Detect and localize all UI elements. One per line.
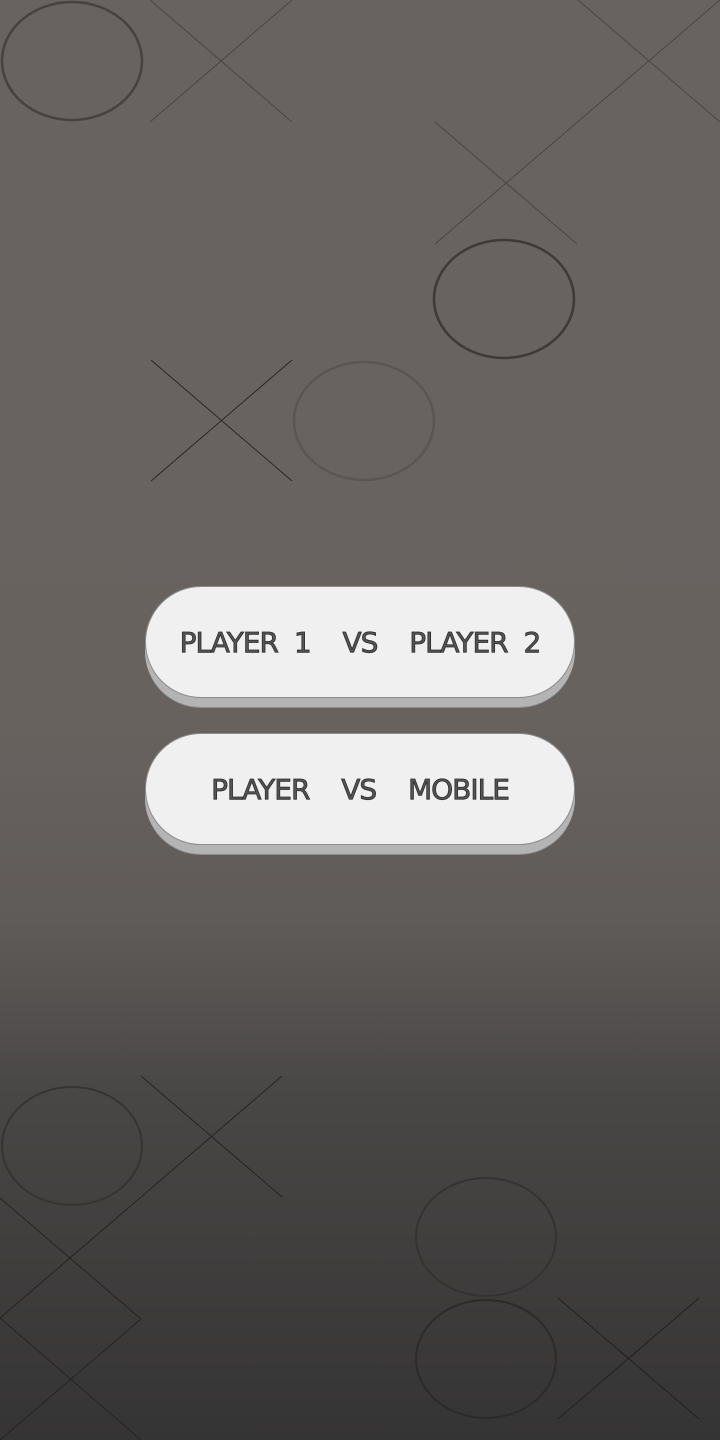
x-mark-icon (557, 1297, 700, 1420)
o-mark-icon (1, 1086, 143, 1206)
o-mark-icon (0, 0, 144, 122)
player-vs-player-label: PLAYER 1 VS PLAYER 2 (179, 625, 541, 659)
o-mark-icon (415, 1177, 557, 1297)
x-mark-icon (0, 1075, 283, 1319)
x-mark-icon (434, 0, 720, 245)
game-mode-menu: PLAYER 1 VS PLAYER 2 PLAYER VS MOBILE (145, 586, 575, 880)
o-mark-icon (415, 1299, 557, 1419)
player-vs-player-button[interactable]: PLAYER 1 VS PLAYER 2 (145, 586, 575, 698)
player-vs-mobile-label: PLAYER VS MOBILE (211, 772, 511, 806)
x-mark-icon (150, 359, 293, 482)
player-vs-mobile-button[interactable]: PLAYER VS MOBILE (145, 733, 575, 845)
main-menu-screen: PLAYER 1 VS PLAYER 2 PLAYER VS MOBILE (0, 0, 720, 1440)
x-mark-icon (149, 0, 293, 123)
o-mark-icon (432, 238, 576, 360)
x-mark-icon (0, 1197, 142, 1440)
o-mark-icon (292, 360, 436, 482)
